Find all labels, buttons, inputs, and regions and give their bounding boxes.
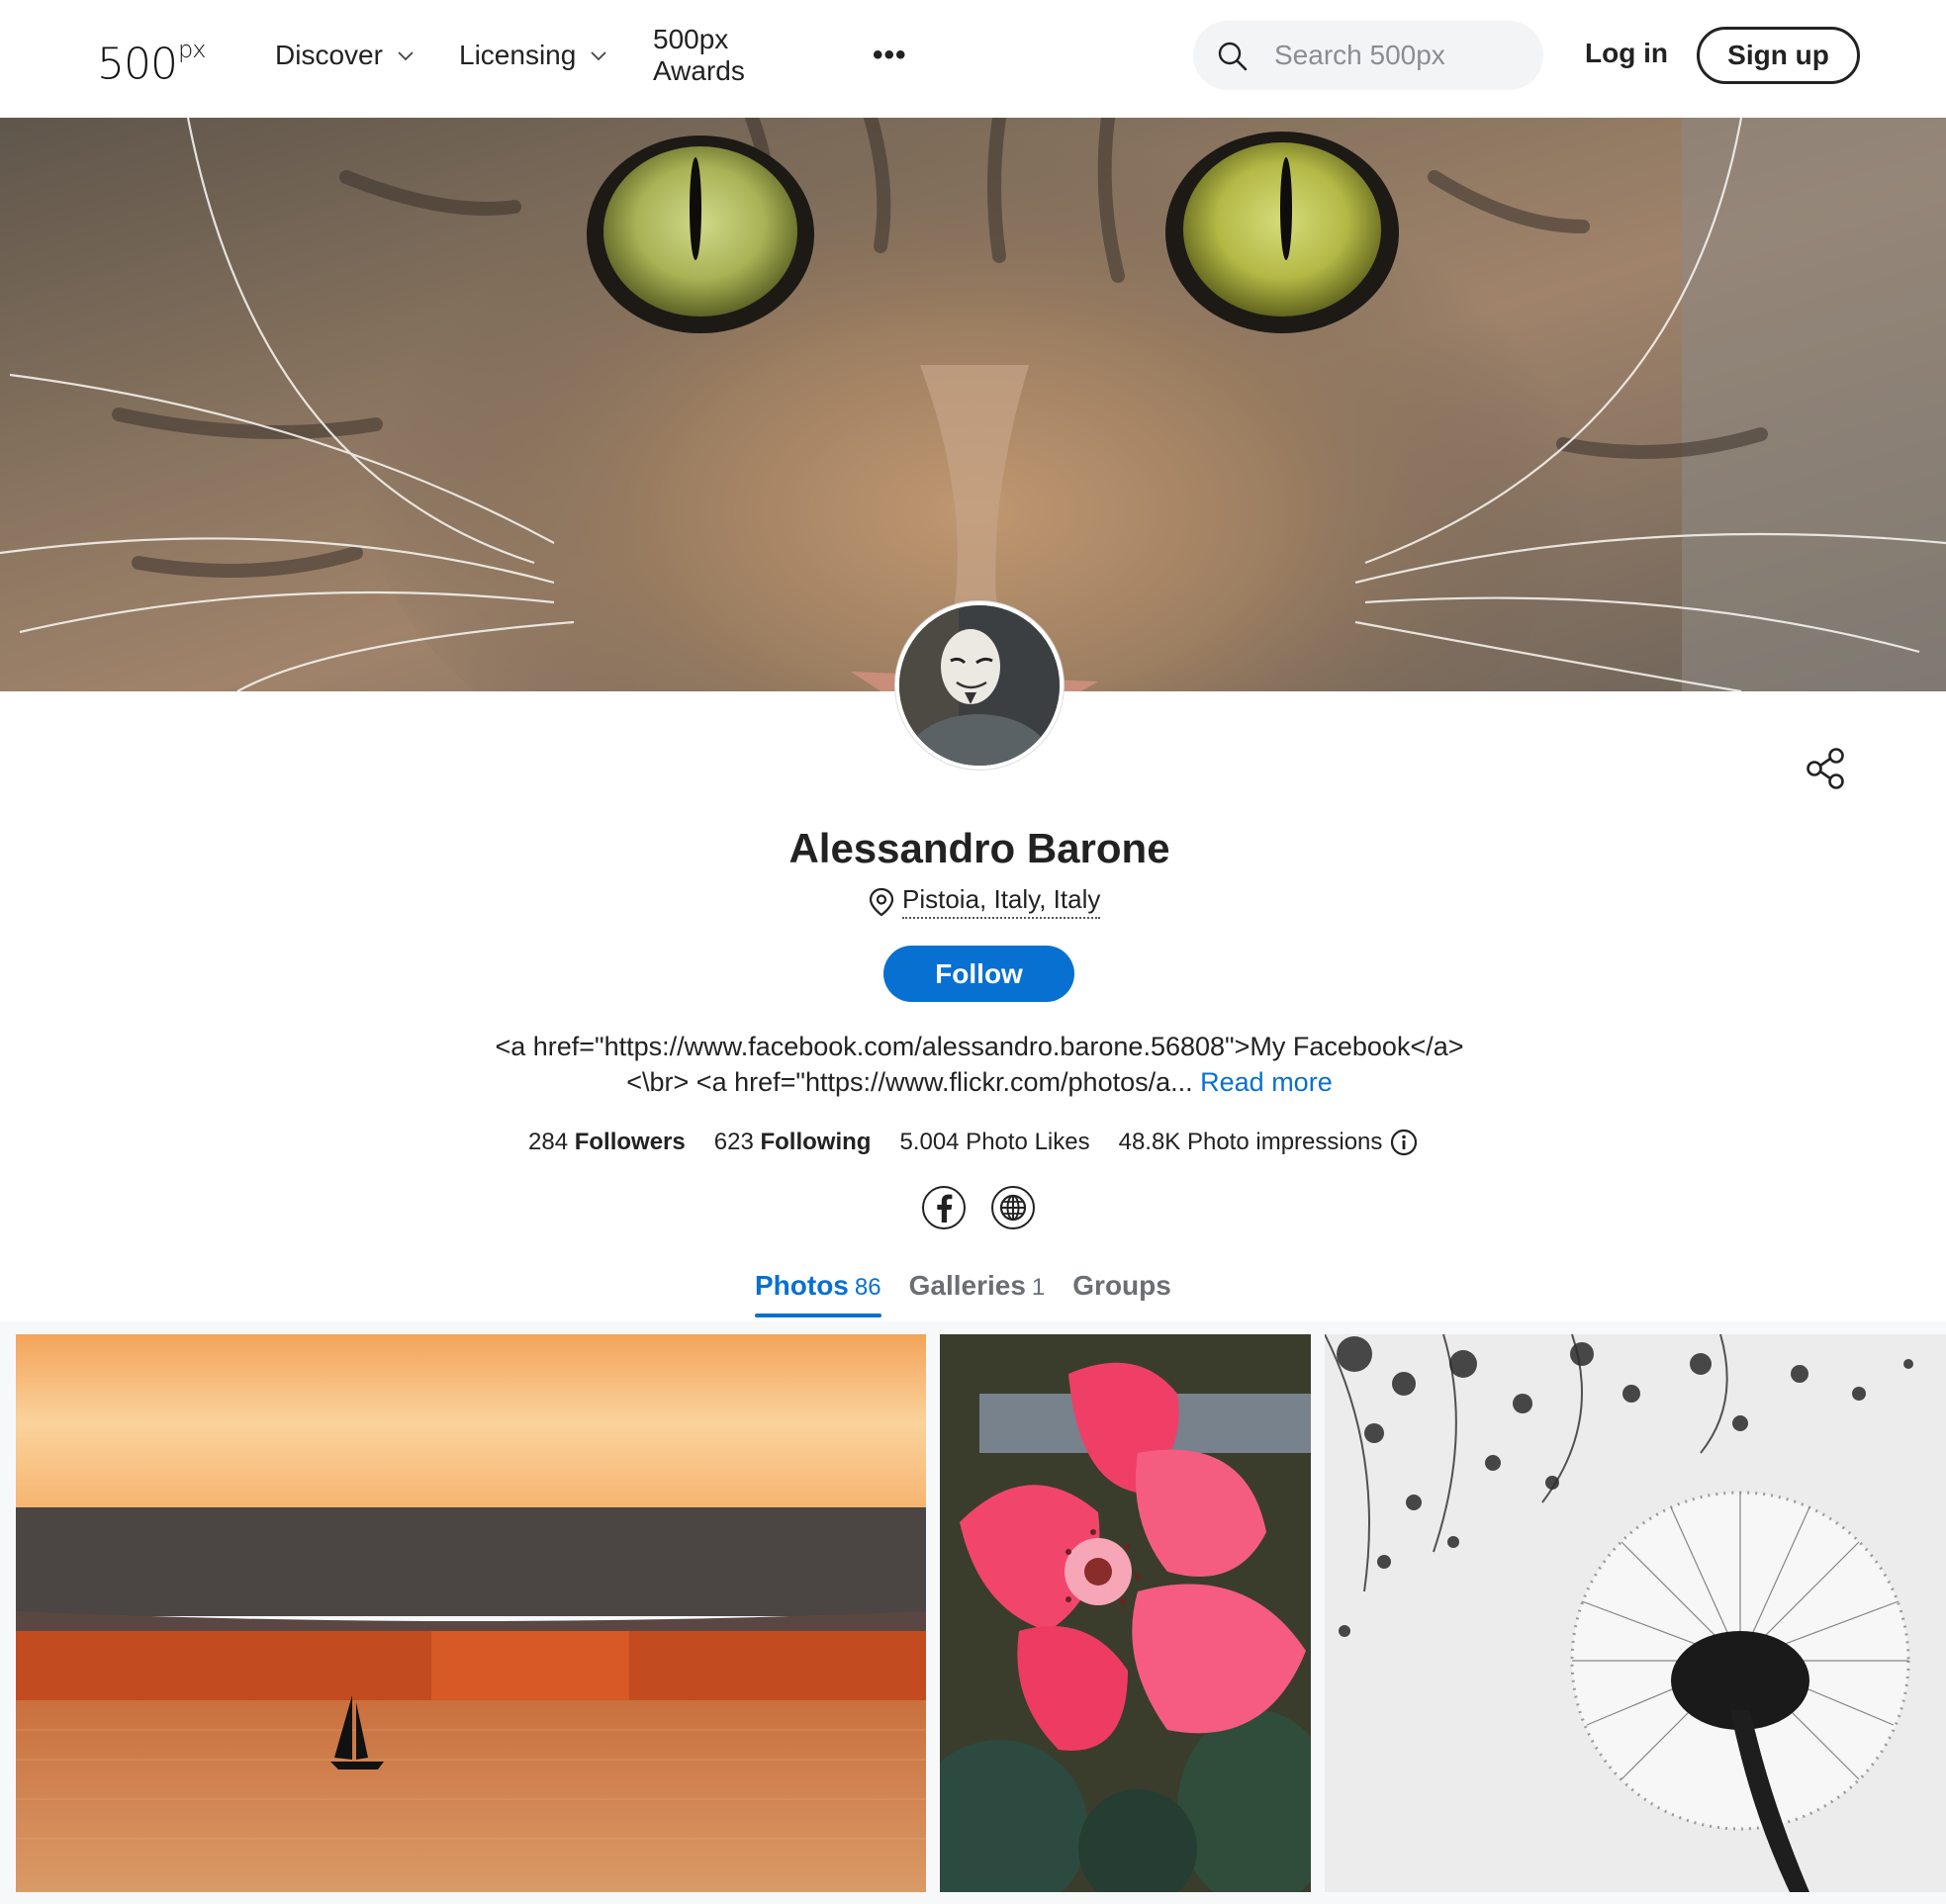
tab-groups[interactable]: Groups (1072, 1270, 1171, 1317)
login-link[interactable]: Log in (1585, 38, 1668, 69)
location-text: Pistoia, Italy, Italy (902, 884, 1101, 919)
signup-button[interactable]: Sign up (1697, 27, 1860, 84)
chevron-down-icon (398, 51, 414, 61)
tab-photos[interactable]: Photos 86 (755, 1270, 881, 1317)
logo-sup: px (177, 36, 206, 63)
profile-tabs: Photos 86 Galleries 1 Groups (755, 1270, 1171, 1317)
500px-logo[interactable]: 500px (97, 34, 206, 90)
nav-licensing[interactable]: Licensing (459, 36, 607, 75)
chevron-down-icon (591, 51, 606, 61)
profile-avatar (895, 601, 1064, 770)
tab-photos-label: Photos (755, 1270, 849, 1301)
share-icon[interactable] (1807, 748, 1846, 789)
facebook-icon[interactable] (922, 1186, 966, 1229)
photo-pink-rose[interactable] (940, 1334, 1311, 1892)
tab-galleries[interactable]: Galleries 1 (909, 1270, 1046, 1317)
impressions-text: 48.8K Photo impressions (1118, 1129, 1383, 1155)
more-menu-icon[interactable]: ••• (873, 36, 907, 75)
photo-impressions-stat: 48.8K Photo impressions (1119, 1129, 1419, 1156)
followers-label: Followers (574, 1129, 686, 1155)
more-dots: ••• (873, 39, 907, 71)
location-pin-icon (869, 887, 894, 916)
info-icon[interactable] (1390, 1129, 1418, 1156)
profile-bio: <a href="https://www.facebook.com/alessa… (485, 1029, 1474, 1100)
tab-galleries-label: Galleries (908, 1270, 1026, 1301)
read-more-link[interactable]: Read more (1200, 1067, 1333, 1097)
profile-location[interactable]: Pistoia, Italy, Italy (869, 884, 1101, 919)
top-navbar: 500px Discover Licensing 500px Awards ••… (0, 0, 1946, 118)
nav-discover-label: Discover (275, 40, 383, 70)
following-stat[interactable]: 623 Following (714, 1129, 872, 1156)
search-box[interactable] (1193, 21, 1543, 90)
follow-button[interactable]: Follow (883, 946, 1074, 1002)
nav-awards-label: 500px Awards (653, 24, 745, 86)
tab-galleries-count: 1 (1031, 1274, 1046, 1301)
photo-likes-stat: 5.004 Photo Likes (899, 1129, 1090, 1155)
following-label: Following (760, 1129, 872, 1155)
tab-photos-count: 86 (854, 1274, 881, 1301)
globe-icon[interactable] (991, 1186, 1035, 1229)
following-count: 623 (713, 1129, 754, 1155)
followers-stat[interactable]: 284 Followers (528, 1129, 686, 1156)
social-links (922, 1186, 1035, 1229)
tab-groups-label: Groups (1072, 1270, 1171, 1301)
followers-count: 284 (528, 1129, 569, 1155)
nav-discover[interactable]: Discover (275, 36, 415, 75)
nav-licensing-label: Licensing (459, 40, 577, 70)
search-icon (1218, 42, 1248, 71)
avatar-image (899, 605, 1060, 766)
logo-text: 500 (97, 39, 178, 90)
nav-500px-awards[interactable]: 500px Awards (653, 24, 745, 86)
photo-sunset-sailboat[interactable] (16, 1334, 926, 1892)
search-input[interactable] (1274, 21, 1522, 90)
profile-name: Alessandro Barone (788, 825, 1170, 871)
photo-dandelion[interactable] (1325, 1334, 1946, 1892)
profile-stats: 284 Followers 623 Following 5.004 Photo … (528, 1129, 1418, 1156)
